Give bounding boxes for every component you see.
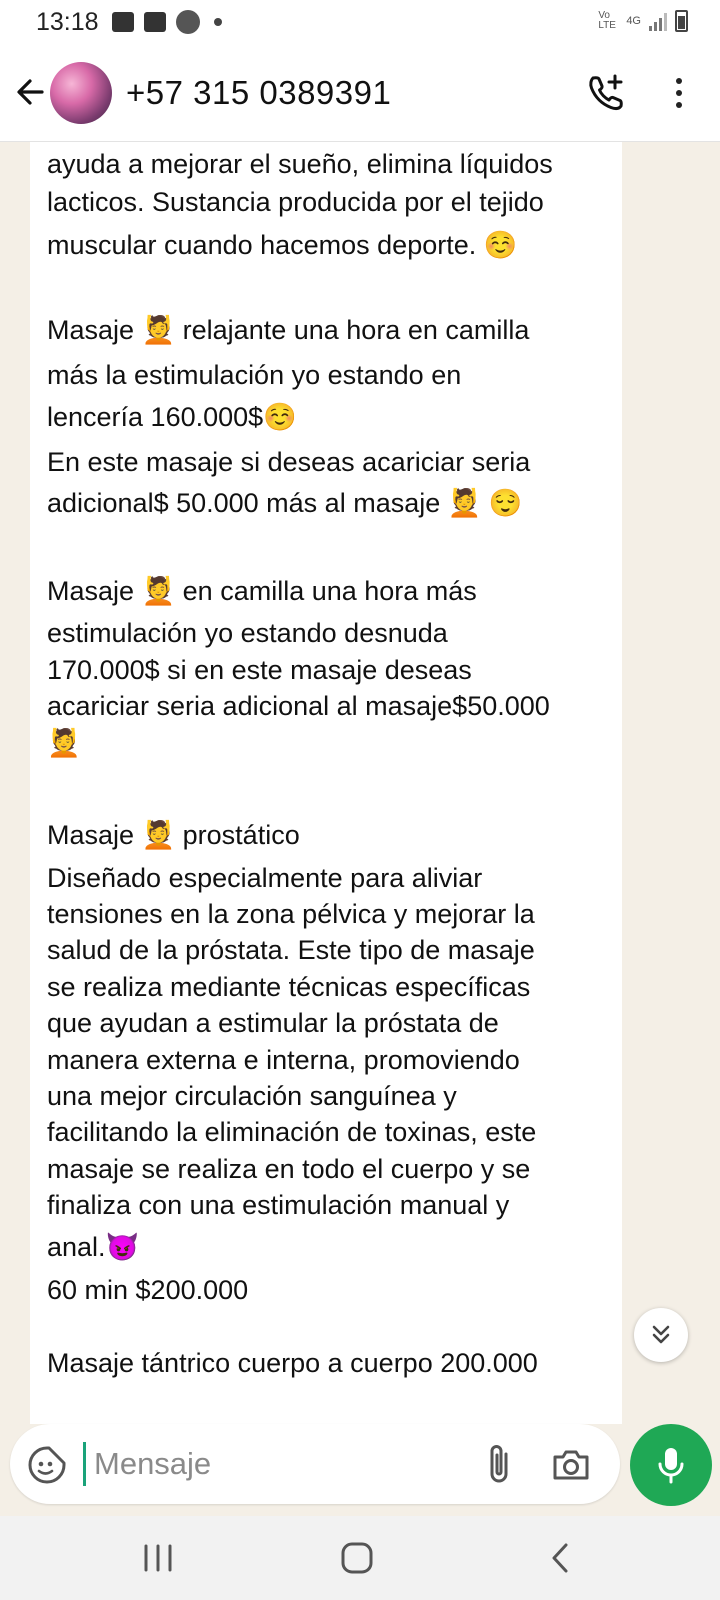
more-vert-icon[interactable] [666, 70, 692, 116]
battery-icon [675, 10, 688, 32]
message-line: estimulación yo estando desnuda [47, 618, 448, 648]
gallery-icon [112, 12, 134, 32]
message-line: finaliza con una estimulación manual y [47, 1190, 510, 1220]
message-line: lacticos. Sustancia producida por el tej… [47, 187, 544, 217]
message-line: Masaje tántrico cuerpo a cuerpo 200.000 [47, 1348, 538, 1378]
notification-icons [112, 10, 222, 34]
message-line: anal.😈 [47, 1232, 140, 1262]
mic-icon[interactable] [630, 1424, 712, 1506]
camera-icon[interactable] [550, 1444, 592, 1486]
message-line: una mejor circulación sanguínea y [47, 1081, 457, 1111]
message-line: tensiones en la zona pélvica y mejorar l… [47, 899, 535, 929]
message-line: que ayudan a estimular la próstata de [47, 1008, 499, 1038]
message-line: manera externa e interna, promoviendo [47, 1045, 520, 1075]
message-line: 170.000$ si en este masaje deseas [47, 655, 472, 685]
avatar[interactable] [50, 62, 112, 124]
sticker-icon[interactable] [26, 1444, 68, 1486]
message-line: más la estimulación yo estando en [47, 360, 462, 390]
message-line: lencería 160.000$☺️ [47, 402, 297, 432]
message-composer [10, 1424, 620, 1504]
message-line: 💆 [47, 728, 81, 758]
message-line: se realiza mediante técnicas específicas [47, 972, 531, 1002]
back-icon[interactable] [548, 1540, 572, 1576]
system-navigation-bar [0, 1516, 720, 1600]
more-notifications-dot-icon [214, 18, 222, 26]
message-line: facilitando la eliminación de toxinas, e… [47, 1117, 537, 1147]
signal-icon [649, 11, 667, 31]
status-time: 13:18 [36, 8, 99, 36]
message-line: masaje se realiza en todo el cuerpo y se [47, 1154, 531, 1184]
chat-header: +57 315 0389391 [0, 46, 720, 142]
text-cursor [83, 1442, 86, 1486]
message-bubble[interactable]: ayuda a mejorar el sueño, elimina líquid… [30, 142, 622, 1424]
message-line: En este masaje si deseas acariciar seria [47, 447, 531, 477]
message-line: Diseñado especialmente para aliviar [47, 863, 483, 893]
message-line: acariciar seria adicional al masaje$50.0… [47, 691, 550, 721]
network-type-label: 4G [626, 15, 641, 27]
contact-name[interactable]: +57 315 0389391 [126, 74, 391, 112]
recents-icon[interactable] [140, 1542, 176, 1574]
message-line: Masaje 💆 en camilla una hora más [47, 576, 477, 606]
message-line: 60 min $200.000 [47, 1275, 249, 1305]
message-line: ayuda a mejorar el sueño, elimina líquid… [47, 149, 553, 179]
home-icon[interactable] [339, 1540, 375, 1576]
chat-area[interactable]: ayuda a mejorar el sueño, elimina líquid… [0, 142, 720, 1424]
message-line: muscular cuando hacemos deporte. ☺️ [47, 230, 518, 260]
app-notification-icon [176, 10, 200, 34]
message-line: Masaje 💆 prostático [47, 820, 300, 850]
message-input[interactable] [94, 1438, 454, 1490]
status-bar: 13:18 Vo LTE 4G [0, 0, 720, 46]
volte-label: Vo LTE [598, 10, 616, 31]
back-arrow-icon[interactable] [12, 72, 52, 112]
attach-icon[interactable] [480, 1442, 520, 1486]
double-chevron-down-icon[interactable] [634, 1308, 688, 1362]
message-line: adicional$ 50.000 más al masaje 💆 😌 [47, 488, 523, 518]
message-line: salud de la próstata. Este tipo de masaj… [47, 935, 535, 965]
message-line: Masaje 💆 relajante una hora en camilla [47, 315, 530, 345]
youtube-icon [144, 12, 166, 32]
system-icons: Vo LTE 4G [598, 10, 688, 32]
add-call-icon[interactable] [584, 70, 630, 116]
